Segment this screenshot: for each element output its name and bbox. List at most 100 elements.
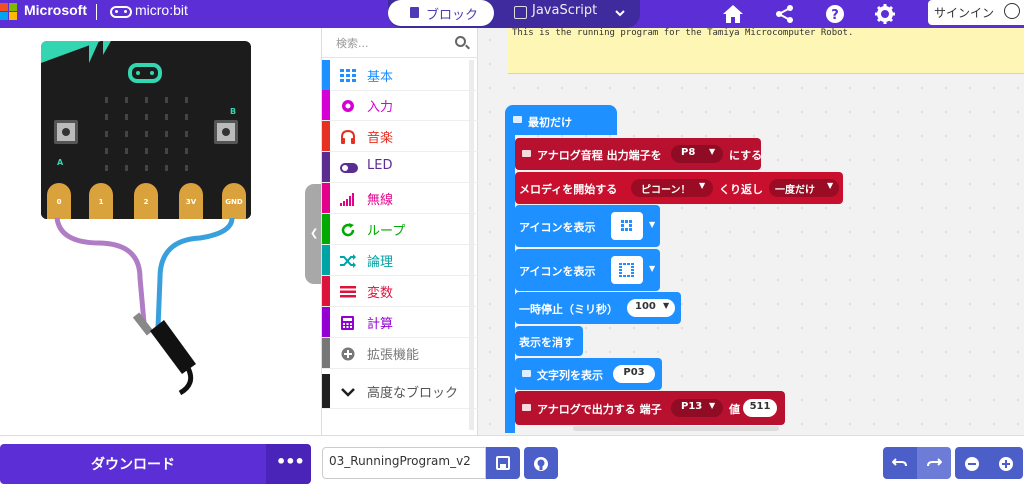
search-input[interactable]: 検索...: [336, 35, 369, 51]
signal-bars-icon: [340, 191, 356, 206]
workspace-horizontal-scrollbar[interactable]: [573, 426, 779, 431]
pause-value: 100: [635, 301, 656, 312]
toolbox-category-6[interactable]: 論理: [322, 245, 478, 276]
plus-circle-icon: [340, 346, 356, 361]
category-label: 論理: [367, 255, 394, 270]
microbit-logo-icon: [110, 6, 132, 18]
show-icon-block[interactable]: アイコンを表示 ▼: [515, 249, 660, 291]
help-icon: ?: [826, 5, 844, 23]
puzzle-icon: [410, 7, 419, 18]
category-label: 計算: [367, 317, 394, 332]
save-icon: [486, 453, 520, 474]
analog-pitch-block[interactable]: アナログ音程 出力端子を P8 ▼ にする: [515, 138, 763, 170]
small-square-icon: [621, 220, 632, 231]
chevron-down-icon: ▼: [663, 301, 670, 310]
header-divider: [96, 4, 97, 20]
redo-button[interactable]: [917, 447, 951, 479]
headphones-icon: [340, 129, 356, 144]
chevron-down-icon: ▼: [827, 181, 834, 190]
value-input[interactable]: 511: [743, 399, 777, 417]
toolbox-scrollbar[interactable]: [469, 60, 474, 430]
category-color-bar: [322, 121, 330, 151]
repeat-dropdown[interactable]: 一度だけ ▼: [769, 179, 839, 197]
home-button[interactable]: [718, 0, 748, 28]
comment-icon: [522, 370, 531, 377]
language-dropdown[interactable]: [610, 4, 630, 22]
save-button[interactable]: [486, 447, 520, 479]
show-icon-label: アイコンを表示: [519, 265, 596, 278]
icon-picker[interactable]: [611, 212, 643, 240]
category-color-bar: [322, 245, 330, 275]
analog-write-block[interactable]: アナログで出力する 端子 P13 ▼ 値 511: [515, 391, 785, 425]
download-button[interactable]: ダウンロード: [0, 444, 266, 484]
toolbox-category-0[interactable]: 基本: [322, 60, 478, 91]
refresh-icon: [340, 222, 356, 237]
analog-pitch-suffix: にする: [729, 149, 763, 162]
toolbox-category-3[interactable]: LED: [322, 152, 478, 183]
toolbox-category-2[interactable]: 音楽: [322, 121, 478, 152]
chevron-down-icon[interactable]: ▼: [649, 220, 655, 229]
on-start-block[interactable]: 最初だけ: [505, 105, 617, 135]
target-icon: [340, 98, 356, 112]
comment-icon: [522, 404, 531, 411]
project-name-field[interactable]: [322, 447, 486, 479]
toolbox-category-8[interactable]: 計算: [322, 307, 478, 338]
gear-icon: [875, 4, 895, 24]
show-icon-block[interactable]: アイコンを表示 ▼: [515, 205, 660, 247]
pin-dropdown[interactable]: P13 ▼: [671, 399, 723, 417]
blocks-workspace[interactable]: This is the running program for the Tami…: [478, 28, 1024, 435]
toolbox-category-4[interactable]: 無線: [322, 183, 478, 214]
toolbox-category-5[interactable]: ループ: [322, 214, 478, 245]
comment-icon: [522, 150, 531, 157]
big-square-icon: [619, 263, 634, 277]
melody-label: メロディを開始する: [519, 183, 618, 196]
settings-button[interactable]: [870, 0, 900, 28]
comment-text: This is the running program for the Tami…: [512, 28, 854, 38]
zoom-in-button[interactable]: [989, 447, 1023, 479]
chevron-down-icon: ▼: [709, 401, 716, 410]
clear-screen-block[interactable]: 表示を消す: [515, 326, 583, 356]
toolbox-category-9[interactable]: 拡張機能: [322, 338, 478, 369]
tab-javascript-label: JavaScript: [532, 3, 598, 18]
category-color-bar: [322, 60, 330, 90]
github-button[interactable]: [524, 447, 558, 479]
category-color-bar: [322, 152, 330, 182]
string-input[interactable]: P03: [613, 365, 655, 383]
editor-tabs: ブロック JavaScript: [388, 0, 640, 28]
value-text: 511: [749, 401, 771, 412]
more-options-button[interactable]: •••: [266, 444, 311, 484]
bottom-bar: ダウンロード •••: [0, 435, 1024, 485]
chevron-down-icon[interactable]: ▼: [649, 264, 655, 273]
project-name-input[interactable]: [329, 454, 479, 468]
show-string-block[interactable]: 文字列を表示 P03: [515, 358, 662, 390]
workspace-comment[interactable]: This is the running program for the Tami…: [508, 28, 1024, 74]
category-label: 高度なブロック: [367, 386, 459, 401]
undo-button[interactable]: [883, 447, 917, 479]
home-icon: [723, 5, 743, 23]
toolbox-category-7[interactable]: 変数: [322, 276, 478, 307]
pause-block[interactable]: 一時停止（ミリ秒） 100 ▼: [515, 292, 681, 324]
repeat-dropdown-value: 一度だけ: [775, 185, 815, 196]
melody-dropdown[interactable]: ピコーン！ ▼: [631, 179, 713, 197]
pin-dropdown[interactable]: P8 ▼: [671, 145, 723, 163]
toolbox-category-10[interactable]: 高度なブロック: [322, 374, 478, 409]
pause-dropdown[interactable]: 100 ▼: [627, 299, 675, 317]
toolbox-category-1[interactable]: 入力: [322, 90, 478, 121]
microbit-brand[interactable]: micro:bit: [135, 2, 188, 18]
zoom-in-icon: [989, 453, 1023, 476]
help-button[interactable]: ?: [820, 0, 850, 28]
sign-in-button[interactable]: サインイン: [928, 0, 1024, 25]
icon-picker[interactable]: [611, 256, 643, 284]
category-color-bar: [322, 374, 330, 408]
microsoft-logo-icon: [0, 3, 20, 21]
undo-icon: [883, 453, 917, 474]
grid-icon: [340, 68, 356, 82]
zoom-out-button[interactable]: [955, 447, 989, 479]
share-button[interactable]: [770, 0, 800, 28]
tab-blocks[interactable]: ブロック: [388, 0, 494, 26]
share-icon: [776, 5, 793, 23]
start-melody-block[interactable]: メロディを開始する ピコーン！ ▼ くり返し 一度だけ ▼: [515, 172, 843, 204]
tab-javascript[interactable]: JavaScript: [510, 0, 602, 26]
analog-pitch-label: アナログ音程 出力端子を: [537, 149, 662, 162]
toolbox-search[interactable]: 検索...: [322, 28, 478, 58]
